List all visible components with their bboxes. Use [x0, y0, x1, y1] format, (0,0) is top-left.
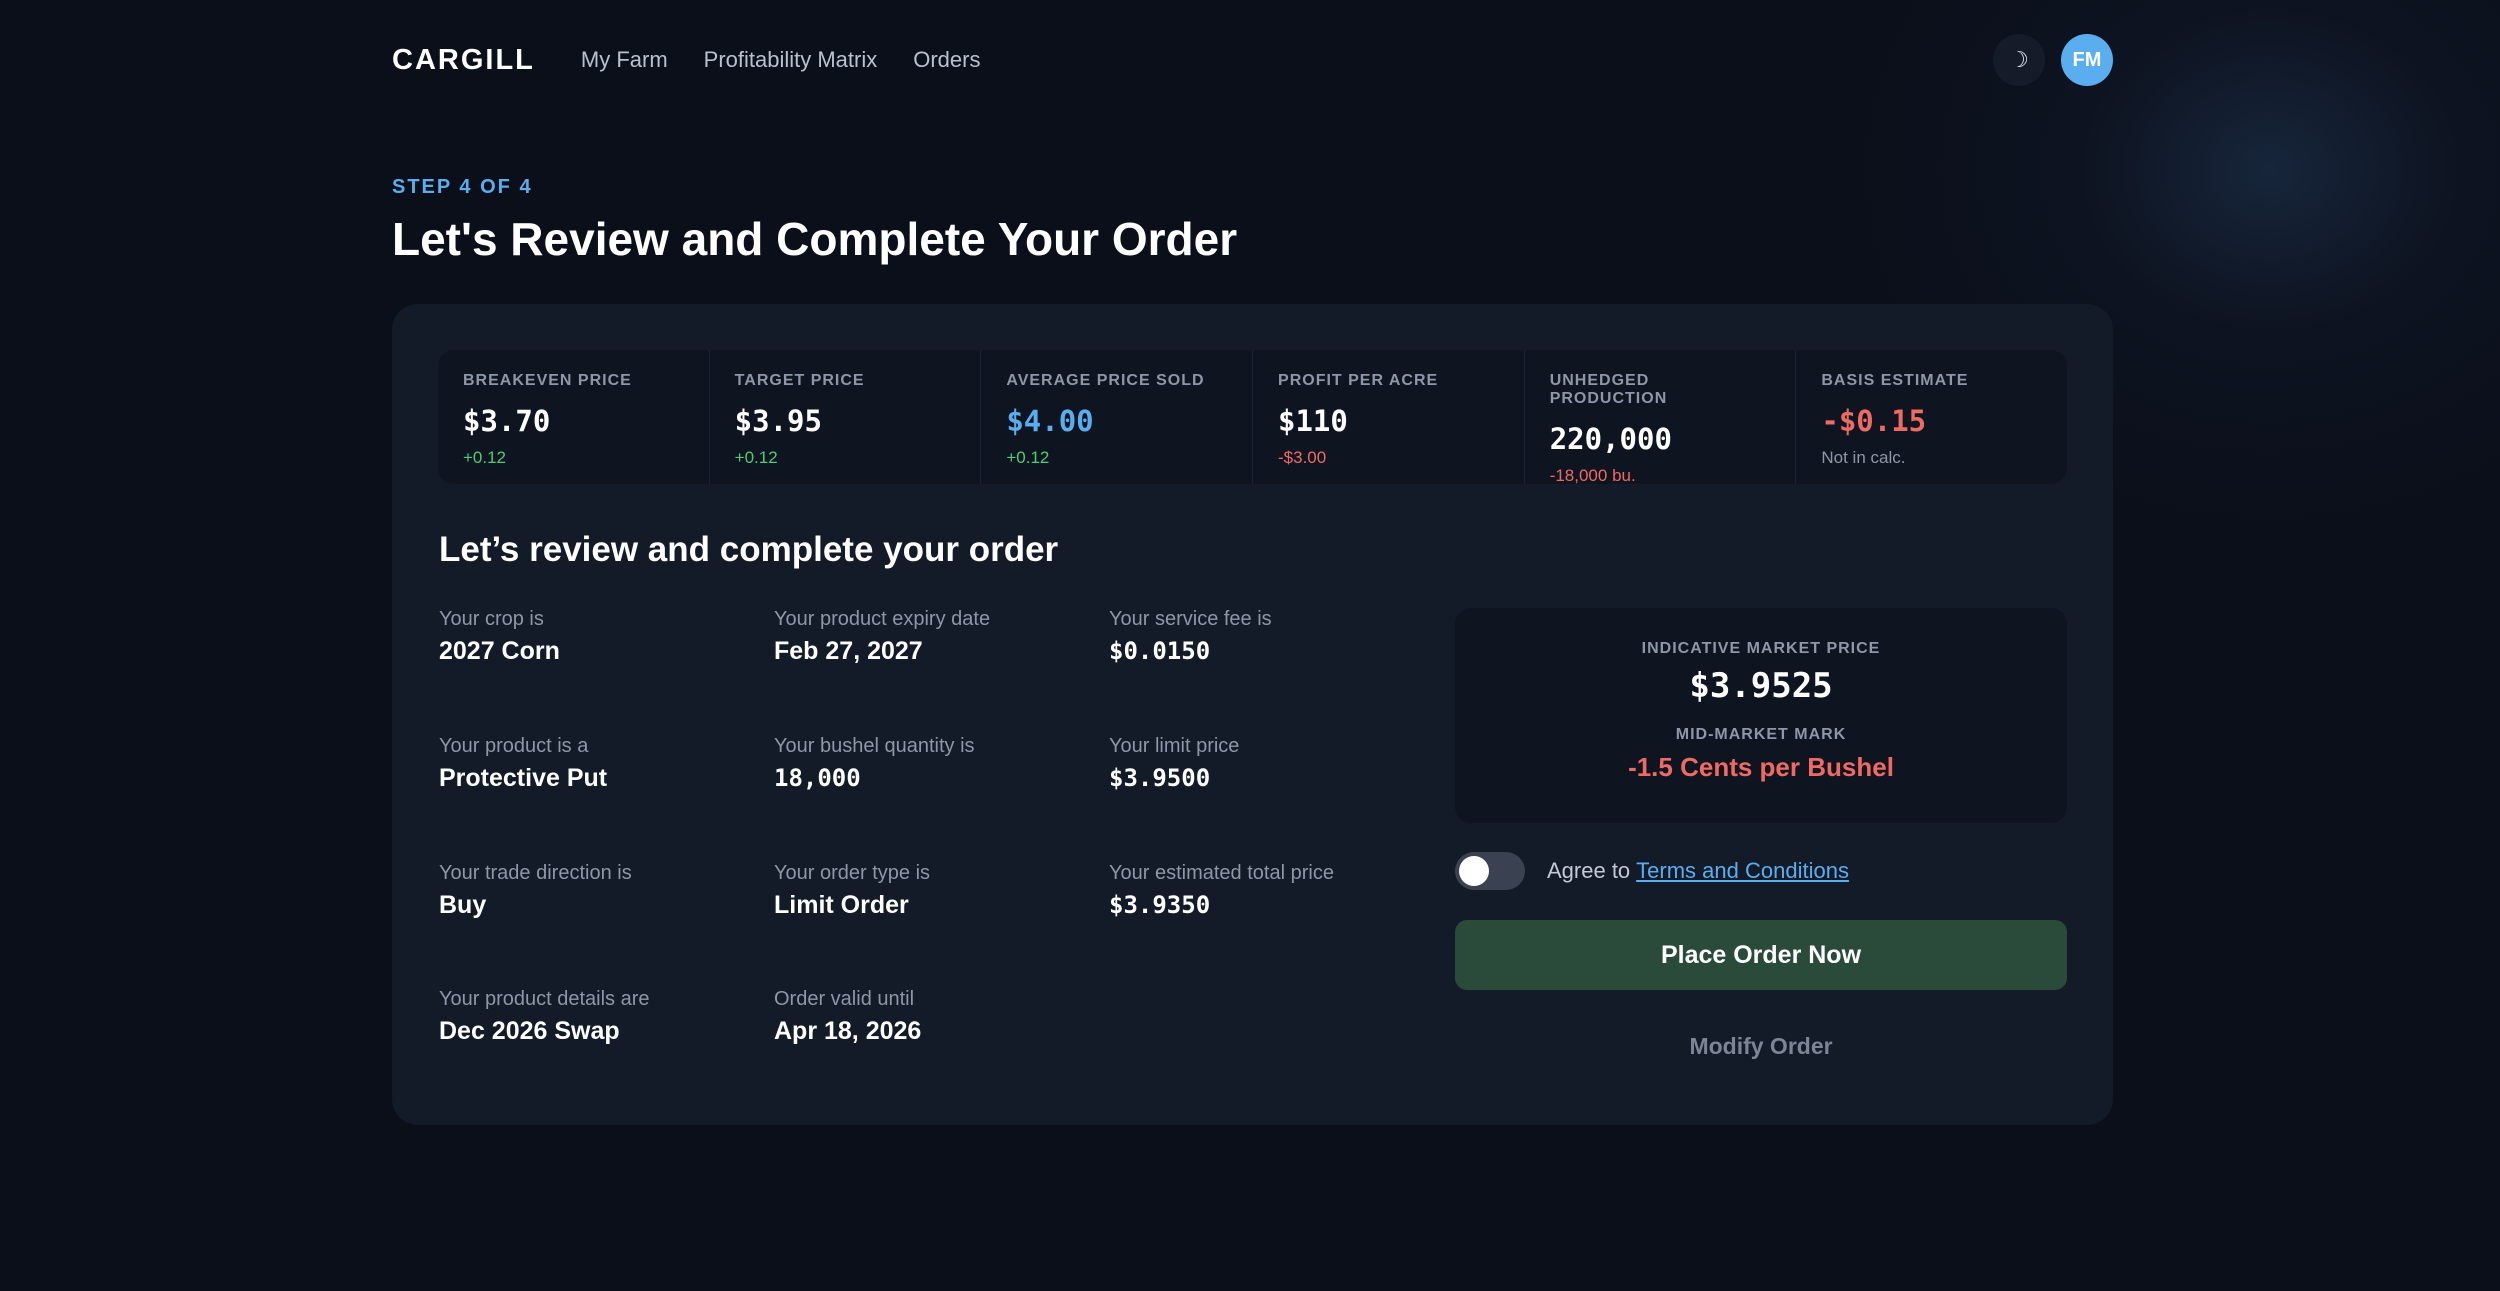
detail-bushel-quantity: Your bushel quantity is 18,000	[774, 735, 1094, 792]
detail-label: Your crop is	[439, 608, 544, 630]
terms-agreement-row: Agree to Terms and Conditions	[1455, 852, 1849, 890]
brand-logo[interactable]: CARGILL	[392, 44, 535, 77]
detail-value: $3.9350	[1109, 891, 1211, 919]
detail-value: Apr 18, 2026	[774, 1017, 922, 1045]
top-header: CARGILL My Farm Profitability Matrix Ord…	[392, 30, 2113, 90]
detail-label: Your service fee is	[1109, 608, 1272, 630]
terms-toggle[interactable]	[1455, 852, 1525, 890]
detail-label: Order valid until	[774, 988, 915, 1010]
theme-toggle-button[interactable]: ☽	[1993, 34, 2045, 86]
detail-crop: Your crop is 2027 Corn	[439, 608, 759, 666]
stat-label: AVERAGE PRICE SOLD	[1006, 372, 1205, 389]
detail-label: Your trade direction is	[439, 862, 632, 884]
toggle-knob	[1459, 856, 1489, 886]
stat-value: $4.00	[1006, 404, 1094, 438]
step-indicator: STEP 4 OF 4	[392, 176, 533, 198]
detail-value: Feb 27, 2027	[774, 637, 923, 665]
stat-value: 220,000	[1549, 422, 1672, 456]
stat-delta: +0.12	[1006, 448, 1050, 467]
detail-service-fee: Your service fee is $0.0150	[1109, 608, 1429, 665]
stat-label: BASIS ESTIMATE	[1821, 372, 1969, 389]
detail-limit-price: Your limit price $3.9500	[1109, 735, 1429, 792]
mid-market-value: -1.5 Cents per Bushel	[1628, 752, 1894, 782]
detail-value: 2027 Corn	[439, 637, 560, 665]
agree-label: Agree to	[1547, 858, 1631, 883]
detail-trade-direction: Your trade direction is Buy	[439, 862, 759, 920]
detail-value: $0.0150	[1109, 637, 1211, 665]
order-details-grid: Your crop is 2027 Corn Your product expi…	[439, 608, 1449, 1045]
stat-basis-estimate: BASIS ESTIMATE -$0.15 Not in calc.	[1796, 350, 2067, 484]
detail-label: Your order type is	[774, 862, 931, 884]
detail-label: Your product is a	[439, 735, 589, 757]
stat-label: TARGET PRICE	[734, 372, 865, 389]
stat-value: $3.95	[734, 404, 822, 438]
header-actions: ☽ FM	[1993, 34, 2113, 86]
page-title: Let's Review and Complete Your Order	[392, 213, 1238, 265]
detail-label: Your estimated total price	[1109, 862, 1334, 884]
stat-unhedged-production: UNHEDGED PRODUCTION 220,000 -18,000 bu.	[1525, 350, 1797, 485]
stat-value: $110	[1278, 404, 1348, 438]
detail-product-type: Your product is a Protective Put	[439, 735, 759, 793]
detail-label: Your product expiry date	[774, 608, 991, 630]
terms-link[interactable]: Terms and Conditions	[1636, 858, 1849, 884]
place-order-button[interactable]: Place Order Now	[1455, 920, 2067, 990]
stat-value: -$0.15	[1821, 404, 1927, 438]
detail-value: Dec 2026 Swap	[439, 1017, 620, 1045]
stats-bar: BREAKEVEN PRICE $3.70 +0.12 TARGET PRICE…	[438, 350, 2067, 485]
detail-value: 18,000	[774, 764, 861, 792]
stat-delta: Not in calc.	[1821, 448, 1906, 467]
detail-label: Your product details are	[439, 988, 650, 1010]
nav-my-farm[interactable]: My Farm	[581, 47, 668, 73]
moon-icon: ☽	[2009, 47, 2029, 72]
stat-label: UNHEDGED PRODUCTION	[1549, 372, 1668, 407]
detail-order-type: Your order type is Limit Order	[774, 862, 1094, 920]
stat-value: $3.70	[463, 404, 551, 438]
detail-value: Limit Order	[774, 891, 909, 919]
stat-label: PROFIT PER ACRE	[1278, 372, 1439, 389]
stat-delta: +0.12	[734, 448, 778, 467]
detail-label: Your bushel quantity is	[774, 735, 975, 757]
detail-product-details: Your product details are Dec 2026 Swap	[439, 988, 759, 1046]
detail-label: Your limit price	[1109, 735, 1240, 757]
stat-delta: +0.12	[463, 448, 507, 467]
mid-market-label: MID-MARKET MARK	[1675, 726, 1847, 743]
stat-target-price: TARGET PRICE $3.95 +0.12	[710, 350, 982, 484]
review-section-title: Let’s review and complete your order	[439, 530, 1059, 569]
detail-estimated-total: Your estimated total price $3.9350	[1109, 862, 1429, 919]
stat-profit-per-acre: PROFIT PER ACRE $110 -$3.00	[1253, 350, 1525, 484]
market-price-value: $3.9525	[1689, 666, 1833, 706]
detail-value: $3.9500	[1109, 764, 1211, 792]
user-avatar[interactable]: FM	[2061, 34, 2113, 86]
nav-orders[interactable]: Orders	[913, 47, 980, 73]
main-nav: My Farm Profitability Matrix Orders	[581, 47, 981, 73]
market-price-label: INDICATIVE MARKET PRICE	[1641, 640, 1881, 657]
order-review-card: BREAKEVEN PRICE $3.70 +0.12 TARGET PRICE…	[392, 304, 2113, 1125]
stat-average-price-sold: AVERAGE PRICE SOLD $4.00 +0.12	[981, 350, 1254, 484]
stat-label: BREAKEVEN PRICE	[463, 372, 632, 389]
modify-order-button[interactable]: Modify Order	[1455, 1024, 2067, 1068]
stat-delta: -$3.00	[1278, 448, 1327, 467]
detail-valid-until: Order valid until Apr 18, 2026	[774, 988, 1094, 1046]
stat-breakeven-price: BREAKEVEN PRICE $3.70 +0.12	[438, 350, 710, 484]
detail-value: Buy	[439, 891, 487, 919]
detail-expiry-date: Your product expiry date Feb 27, 2027	[774, 608, 1094, 666]
detail-value: Protective Put	[439, 764, 608, 792]
nav-profitability-matrix[interactable]: Profitability Matrix	[704, 47, 878, 73]
stat-delta: -18,000 bu.	[1549, 466, 1636, 485]
market-price-panel: INDICATIVE MARKET PRICE $3.9525 MID-MARK…	[1455, 608, 2067, 823]
